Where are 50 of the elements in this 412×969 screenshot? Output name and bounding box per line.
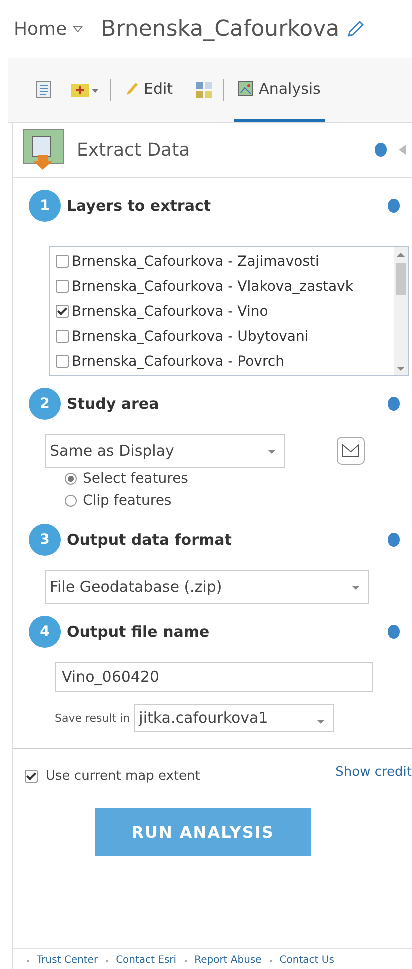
radio-label: Select features <box>83 471 188 487</box>
tool-title: Extract Data <box>77 140 190 160</box>
footer-link[interactable]: Contact Esri <box>116 955 177 966</box>
checkbox[interactable] <box>56 305 69 318</box>
details-icon[interactable] <box>36 81 52 99</box>
toolbar-tab[interactable]: Edit <box>121 58 178 122</box>
step-number: 3 <box>29 524 61 556</box>
file-name-field[interactable]: Vino_060420 <box>55 662 373 692</box>
layer-name: Brnenska_Cafourkova - Ubytovani <box>72 328 309 344</box>
pencil-icon <box>125 80 139 96</box>
step-title: Study area <box>67 395 160 413</box>
step-number: 1 <box>29 190 61 222</box>
format-dropdown[interactable]: File Geodatabase (.zip) <box>45 570 369 604</box>
layer-name: Brnenska_Cafourkova - Zajimavosti <box>72 254 320 270</box>
folder-dropdown[interactable]: jitka.cafourkova1 <box>134 704 334 732</box>
radio-button[interactable] <box>65 495 77 507</box>
save-label: Save result in <box>55 712 130 724</box>
add-layer-icon[interactable] <box>70 81 100 99</box>
checkbox[interactable] <box>56 280 69 293</box>
layer-name: Brnenska_Cafourkova - Vino <box>72 304 268 320</box>
step-number: 4 <box>29 616 61 648</box>
footer-link[interactable]: Contact Us <box>280 955 334 966</box>
extract-data-icon <box>23 129 65 171</box>
checkbox[interactable] <box>56 355 69 368</box>
step-title: Layers to extract <box>67 197 212 215</box>
step-title: Output data format <box>67 531 232 549</box>
toolbar-tab[interactable]: Analysis <box>234 58 325 122</box>
credits-link[interactable]: Show credit <box>336 765 412 780</box>
step-number: 2 <box>29 388 61 420</box>
step-title: Output file name <box>67 623 210 641</box>
home-menu[interactable]: Home <box>14 18 68 40</box>
map-title: Brnenska_Cafourkova <box>101 16 340 42</box>
checkbox[interactable] <box>25 770 38 783</box>
map-icon <box>238 80 254 96</box>
footer-link[interactable]: Report Abuse <box>194 955 262 966</box>
checkbox[interactable] <box>56 330 69 343</box>
polygon-icon <box>342 444 360 458</box>
grid-icon[interactable] <box>195 81 214 99</box>
checkbox-label: Use current map extent <box>46 769 200 784</box>
caret-icon <box>73 26 84 32</box>
layer-name: Brnenska_Cafourkova - Povrch <box>72 354 284 370</box>
checkbox[interactable] <box>56 255 69 268</box>
radio-button[interactable] <box>65 473 77 485</box>
radio-label: Clip features <box>83 493 172 509</box>
pencil-icon[interactable] <box>346 19 366 39</box>
footer-link[interactable]: Trust Center <box>37 955 98 966</box>
scrollbar[interactable] <box>394 247 408 375</box>
layer-name: Brnenska_Cafourkova - Vlakova_zastavk <box>72 278 354 294</box>
study-area-dropdown[interactable]: Same as Display <box>45 434 285 468</box>
draw-button[interactable] <box>337 437 365 465</box>
